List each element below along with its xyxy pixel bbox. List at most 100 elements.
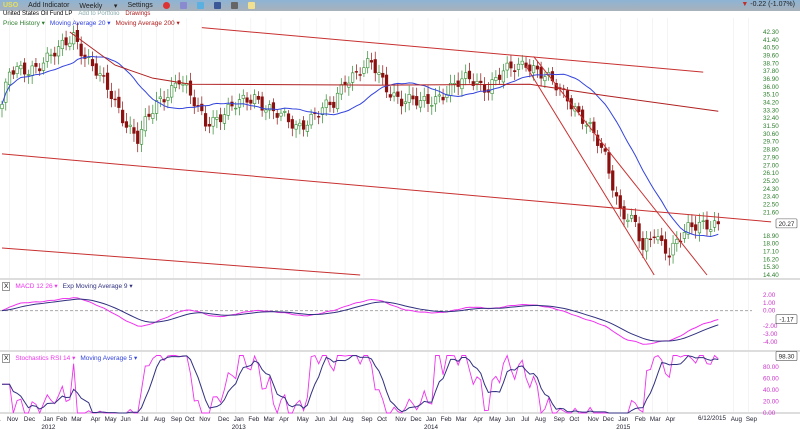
candle-up — [181, 83, 185, 86]
candle-up — [143, 116, 147, 132]
candle-up — [241, 94, 245, 99]
month-label: Aug — [731, 416, 743, 423]
candle-up — [139, 129, 144, 145]
candle-up — [7, 71, 12, 86]
macd-close-button[interactable]: X — [2, 282, 11, 291]
candle-down — [607, 152, 611, 174]
candle-up — [675, 239, 679, 244]
price-tick-label: 15.30 — [763, 264, 779, 271]
current-date-label: 6/12/2015 — [698, 415, 727, 422]
candle-down — [249, 99, 253, 104]
candle-down — [53, 52, 57, 57]
candle-up — [151, 113, 155, 119]
stoch-close-button[interactable]: X — [2, 354, 11, 363]
price-tick-label: 23.40 — [763, 194, 779, 201]
stoch-ma-label[interactable]: Moving Average 5 ▾ — [80, 354, 137, 363]
macd-tick-label: -2.00 — [763, 323, 778, 330]
candle-down — [192, 97, 196, 107]
candle-up — [460, 78, 464, 90]
candle-down — [577, 106, 581, 113]
stoch-tick-label: 40.00 — [763, 387, 779, 394]
price-tick-label: 32.40 — [763, 115, 779, 122]
candle-up — [505, 62, 509, 71]
month-label: Apr — [279, 416, 289, 423]
candle-down — [633, 214, 637, 222]
candle-down — [286, 113, 291, 123]
candle-down — [400, 98, 404, 107]
candle-up — [305, 124, 309, 132]
macd-tick-label: -3.00 — [763, 331, 778, 338]
price-tick-label: 21.60 — [763, 209, 779, 216]
ma200-legend[interactable]: Moving Average 200 ▾ — [116, 19, 180, 27]
candle-up — [701, 220, 705, 222]
stoch-label[interactable]: Stochastics RSI 14 ▾ — [15, 354, 75, 363]
chart-area[interactable]: 42.3041.4040.5039.6038.7037.8036.9036.00… — [0, 0, 800, 430]
candle-up — [98, 73, 102, 76]
ma20-legend[interactable]: Moving Average 20 ▾ — [50, 19, 111, 27]
candle-down — [358, 74, 362, 76]
month-label: May — [297, 416, 310, 423]
price-tick-label: 24.30 — [763, 186, 779, 193]
macd-last-value: -1.17 — [779, 317, 794, 324]
candle-down — [513, 70, 517, 72]
candle-down — [200, 103, 204, 112]
price-tick-label: 38.70 — [763, 60, 779, 67]
last-price-label: 20.27 — [779, 221, 795, 228]
candle-up — [543, 76, 547, 82]
price-tick-label: 25.20 — [763, 178, 779, 185]
candle-up — [45, 52, 49, 62]
month-label: May — [105, 416, 118, 423]
candle-up — [211, 117, 215, 127]
price-legend: Price History ▾ Moving Average 20 ▾ Movi… — [3, 19, 180, 27]
month-label: Jan — [426, 416, 437, 423]
candle-down — [384, 74, 389, 93]
macd-signal-label[interactable]: Exp Moving Average 9 ▾ — [63, 282, 133, 291]
candle-down — [245, 97, 249, 103]
candle-down — [328, 101, 332, 106]
price-tick-label: 40.50 — [763, 45, 779, 52]
month-label: Nov — [199, 416, 211, 423]
candle-down — [467, 70, 472, 80]
macd-tick-label: 2.00 — [763, 292, 776, 299]
month-label: Jan — [234, 416, 245, 423]
price-tick-label: 30.60 — [763, 131, 779, 138]
year-label: 2012 — [41, 424, 56, 430]
candle-down — [614, 192, 619, 197]
month-label: Jul — [329, 416, 337, 423]
candle-up — [56, 46, 61, 57]
month-label: Oct — [377, 416, 387, 423]
candle-up — [366, 58, 370, 69]
candle-down — [275, 113, 279, 118]
candle-up — [324, 99, 328, 108]
candle-down — [117, 96, 121, 108]
candle-down — [124, 121, 129, 128]
candle-down — [705, 219, 709, 230]
candle-up — [464, 72, 468, 79]
candle-down — [426, 94, 430, 104]
month-label: Mar — [71, 416, 82, 423]
macd-label[interactable]: MACD 12 26 ▾ — [15, 282, 57, 291]
candle-down — [207, 123, 211, 127]
month-label: Oct — [185, 416, 195, 423]
macd-line — [1, 297, 719, 345]
candle-up — [494, 77, 498, 81]
candle-down — [162, 99, 166, 103]
candle-up — [516, 63, 521, 70]
candle-down — [102, 75, 106, 77]
candle-down — [354, 71, 358, 73]
price-tick-label: 16.20 — [763, 256, 779, 263]
candle-up — [351, 72, 355, 83]
price-tick-label: 29.70 — [763, 139, 779, 146]
candle-down — [411, 95, 415, 100]
candle-up — [226, 104, 230, 116]
candle-up — [309, 113, 313, 126]
price-tick-label: 18.90 — [763, 233, 779, 240]
month-label: Jun — [121, 416, 132, 423]
month-label: Mar — [456, 416, 467, 423]
candle-down — [509, 61, 513, 69]
price-history-legend[interactable]: Price History ▾ — [3, 19, 45, 27]
candle-up — [629, 214, 634, 219]
month-label: Jan — [618, 416, 629, 423]
year-label: 2013 — [232, 424, 247, 430]
candle-down — [388, 94, 392, 98]
